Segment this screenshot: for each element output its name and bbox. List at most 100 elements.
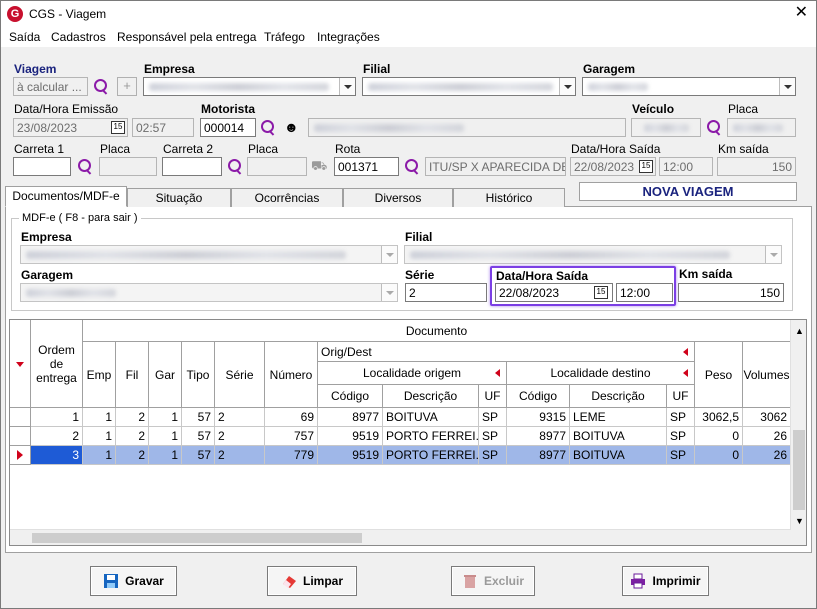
col-emp[interactable]: Emp <box>83 342 116 408</box>
veiculo-search-icon[interactable] <box>705 119 723 137</box>
mdfe-garagem-select[interactable] <box>20 283 398 302</box>
tab-diversos[interactable]: Diversos <box>343 188 453 207</box>
driver-photo-icon[interactable]: ☻ <box>284 118 302 136</box>
collapse-arrow-icon[interactable] <box>495 369 500 377</box>
carreta2-input[interactable] <box>162 157 222 176</box>
col-codigo-destino[interactable]: Código <box>507 385 570 408</box>
cell-desc-d[interactable]: BOITUVA <box>570 427 667 446</box>
imprimir-button[interactable]: Imprimir <box>622 566 709 596</box>
cell-cod-o[interactable]: 9519 <box>318 446 383 465</box>
cell-numero[interactable]: 779 <box>265 446 318 465</box>
mdfe-empresa-select[interactable] <box>20 245 398 264</box>
col-codigo-origem[interactable]: Código <box>318 385 383 408</box>
horizontal-scrollbar[interactable] <box>10 529 791 545</box>
cell-ordem[interactable]: 2 <box>31 427 83 446</box>
menu-saida[interactable]: Saída <box>9 30 40 44</box>
cell-numero[interactable]: 757 <box>265 427 318 446</box>
scroll-down-icon[interactable]: ▼ <box>795 516 804 526</box>
col-uf-origem[interactable]: UF <box>479 385 507 408</box>
cell-cod-o[interactable]: 9519 <box>318 427 383 446</box>
gravar-button[interactable]: Gravar <box>90 566 177 596</box>
rota-code-input[interactable]: 001371 <box>334 157 399 176</box>
menu-trafego[interactable]: Tráfego <box>264 30 305 44</box>
cell-peso[interactable]: 0 <box>695 446 743 465</box>
viagem-input[interactable]: à calcular ... <box>13 77 88 96</box>
row-indicator[interactable] <box>10 408 31 427</box>
col-fil[interactable]: Fil <box>116 342 149 408</box>
veiculo-input[interactable] <box>631 118 701 137</box>
cell-desc-d[interactable]: BOITUVA <box>570 446 667 465</box>
tab-ocorrencias[interactable]: Ocorrências <box>231 188 343 207</box>
menu-integracoes[interactable]: Integrações <box>317 30 380 44</box>
motorista-name-input[interactable] <box>308 118 626 137</box>
col-uf-destino[interactable]: UF <box>667 385 695 408</box>
excluir-button[interactable]: Excluir <box>451 566 535 596</box>
col-tipo[interactable]: Tipo <box>182 342 215 408</box>
cell-emp[interactable]: 1 <box>83 408 116 427</box>
cell-uf-o[interactable]: SP <box>479 408 507 427</box>
limpar-button[interactable]: Limpar <box>267 566 357 596</box>
cell-gar[interactable]: 1 <box>149 427 182 446</box>
cell-vol[interactable]: 26 <box>743 427 791 446</box>
hscroll-thumb[interactable] <box>32 533 362 543</box>
hora-emissao-input[interactable]: 02:57 <box>132 118 194 137</box>
cell-uf-d[interactable]: SP <box>667 427 695 446</box>
cell-cod-d[interactable]: 8977 <box>507 446 570 465</box>
cell-ordem[interactable]: 3 <box>31 446 83 465</box>
carreta1-search-icon[interactable] <box>76 158 94 176</box>
cell-numero[interactable]: 69 <box>265 408 318 427</box>
cell-cod-d[interactable]: 9315 <box>507 408 570 427</box>
viagem-search-icon[interactable] <box>92 78 110 96</box>
cell-uf-d[interactable]: SP <box>667 446 695 465</box>
viagem-add-button[interactable]: + <box>117 77 137 96</box>
menu-cadastros[interactable]: Cadastros <box>51 30 106 44</box>
cell-serie[interactable]: 2 <box>215 427 265 446</box>
vertical-scrollbar[interactable]: ▲ ▼ <box>790 320 806 545</box>
placa-input[interactable] <box>727 118 796 137</box>
menu-responsavel-entrega[interactable]: Responsável pela entrega <box>117 30 256 44</box>
tab-documentos-mdfe[interactable]: Documentos/MDF-e <box>5 186 127 207</box>
cell-desc-o[interactable]: BOITUVA <box>383 408 479 427</box>
row-indicator[interactable] <box>10 427 31 446</box>
calendar-icon[interactable]: 15 <box>639 160 653 173</box>
cell-tipo[interactable]: 57 <box>182 408 215 427</box>
empresa-select[interactable] <box>143 77 356 96</box>
cell-peso[interactable]: 3062,5 <box>695 408 743 427</box>
mdfe-filial-select[interactable] <box>404 245 782 264</box>
cell-uf-d[interactable]: SP <box>667 408 695 427</box>
filial-select[interactable] <box>362 77 576 96</box>
cell-vol[interactable]: 26 <box>743 446 791 465</box>
close-window-button[interactable]: ✕ <box>795 4 808 22</box>
carreta1-input[interactable] <box>13 157 71 176</box>
cell-emp[interactable]: 1 <box>83 427 116 446</box>
cell-desc-d[interactable]: LEME <box>570 408 667 427</box>
tab-situacao[interactable]: Situação <box>127 188 231 207</box>
cell-vol[interactable]: 3062 <box>743 408 791 427</box>
scroll-up-icon[interactable]: ▲ <box>795 326 804 336</box>
col-descricao-origem[interactable]: Descrição <box>383 385 479 408</box>
rota-search-icon[interactable] <box>403 158 421 176</box>
cell-ordem[interactable]: 1 <box>31 408 83 427</box>
col-ordem[interactable]: Ordem de entrega <box>31 320 83 408</box>
collapse-arrow-icon[interactable] <box>683 369 688 377</box>
placa2-input[interactable] <box>247 157 307 176</box>
placa1-input[interactable] <box>99 157 157 176</box>
garagem-select[interactable] <box>582 77 796 96</box>
collapse-arrow-icon[interactable] <box>683 348 688 356</box>
cell-gar[interactable]: 1 <box>149 446 182 465</box>
col-serie[interactable]: Série <box>215 342 265 408</box>
mdfe-km-saida-input[interactable]: 150 <box>678 283 784 302</box>
col-descricao-destino[interactable]: Descrição <box>570 385 667 408</box>
calendar-icon[interactable]: 15 <box>111 121 125 134</box>
cell-uf-o[interactable]: SP <box>479 427 507 446</box>
col-volumes[interactable]: Volumes <box>743 342 791 408</box>
col-numero[interactable]: Número <box>265 342 318 408</box>
km-saida-input[interactable]: 150 <box>717 157 796 176</box>
mdfe-serie-input[interactable]: 2 <box>405 283 487 302</box>
scroll-thumb[interactable] <box>793 430 805 510</box>
cell-serie[interactable]: 2 <box>215 446 265 465</box>
cell-emp[interactable]: 1 <box>83 446 116 465</box>
cell-gar[interactable]: 1 <box>149 408 182 427</box>
row-indicator[interactable] <box>10 446 31 465</box>
cell-fil[interactable]: 2 <box>116 427 149 446</box>
